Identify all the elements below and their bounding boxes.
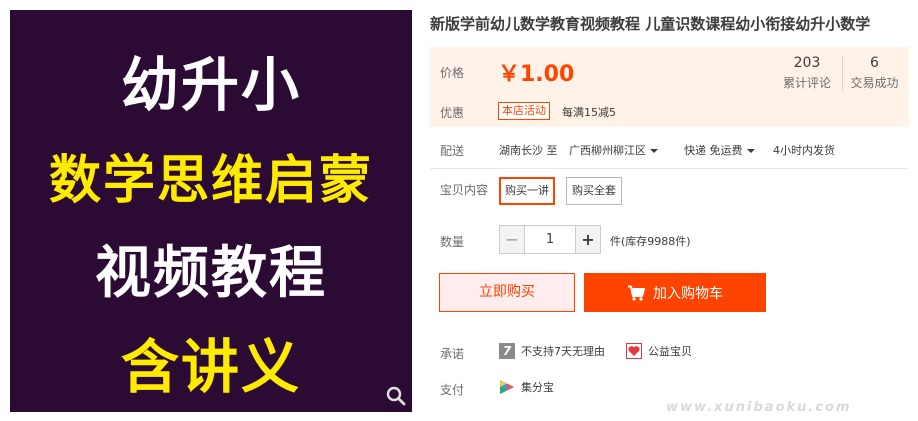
promise-row: 承诺 7 不支持7天无理由 公益宝贝 (430, 342, 909, 362)
payment-method-text: 集分宝 (521, 381, 554, 394)
deals-label: 交易成功 (850, 76, 899, 90)
deals-count: 6 (870, 55, 879, 71)
sku-row: 宝贝内容 购买一讲 购买全套 (430, 176, 909, 206)
reviews-count: 203 (793, 55, 821, 71)
watermark: www.xunibaoku.com (666, 400, 852, 415)
no-7day-return-item[interactable]: 7 不支持7天无理由 (499, 343, 605, 359)
no-return-text: 不支持7天无理由 (521, 345, 605, 358)
ship-from: 湖南长沙 至 (499, 144, 558, 157)
charity-text: 公益宝贝 (648, 345, 692, 358)
add-to-cart-button[interactable]: 加入购物车 (584, 273, 766, 312)
reviews-stat[interactable]: 203 累计评论 (774, 55, 840, 91)
ship-method-select[interactable]: 快递 免运费 (684, 142, 755, 158)
image-text-line4: 含讲义 (120, 333, 301, 401)
sku-label: 宝贝内容 (440, 183, 489, 197)
price-panel: 价格 ￥1.00 203 累计评论 6 交易成功 优惠 本店活动 每满15减5 (430, 47, 909, 127)
sku-option-full-set[interactable]: 购买全套 (566, 177, 622, 205)
buy-now-button[interactable]: 立即购买 (439, 273, 575, 312)
promise-label: 承诺 (440, 347, 465, 361)
add-to-cart-label: 加入购物车 (653, 285, 723, 302)
payment-row: 支付 集分宝 (430, 378, 909, 398)
ship-method: 快递 免运费 (684, 144, 743, 157)
ship-time: 4小时内发货 (773, 144, 835, 157)
quantity-label: 数量 (440, 235, 465, 249)
image-text-line2: 数学思维启蒙 (48, 151, 373, 211)
sku-option-single[interactable]: 购买一讲 (499, 177, 555, 205)
jifenbao-icon (499, 379, 515, 395)
chevron-down-icon (746, 149, 755, 153)
product-title: 新版学前幼儿数学教育视频教程 儿童识数课程幼小衔接幼升小数学 (430, 15, 871, 33)
image-text-line1: 幼升小 (120, 51, 301, 119)
chevron-down-icon (650, 149, 658, 153)
payment-method-item[interactable]: 集分宝 (499, 379, 554, 395)
no-return-icon: 7 (499, 343, 515, 359)
product-image[interactable]: 幼升小 数学思维启蒙 视频教程 含讲义 (10, 10, 412, 412)
ship-destination: 广西柳州柳江区 (569, 144, 646, 157)
cart-icon (628, 285, 645, 301)
deals-stat: 6 交易成功 (842, 55, 906, 91)
price-label: 价格 (440, 66, 465, 80)
price-row: 价格 ￥1.00 203 累计评论 6 交易成功 (430, 47, 909, 95)
shipping-row: 配送 湖南长沙 至 广西柳州柳江区 快递 免运费 4小时内发货 (430, 137, 909, 163)
image-text-line3: 视频教程 (95, 241, 327, 306)
quantity-input[interactable] (524, 226, 576, 253)
charity-item[interactable]: 公益宝贝 (626, 343, 692, 359)
quantity-row: 数量 − + 件(库存9988件) (430, 225, 909, 255)
payment-label: 支付 (440, 383, 465, 397)
charity-heart-icon (626, 343, 642, 359)
search-icon[interactable] (384, 384, 408, 408)
divider (430, 168, 909, 169)
ship-destination-select[interactable]: 广西柳州柳江区 (569, 142, 658, 158)
shipping-label: 配送 (440, 144, 465, 158)
quantity-decrease-button[interactable]: − (500, 226, 524, 253)
quantity-stepper: − + (499, 225, 601, 254)
promo-tag[interactable]: 本店活动 (498, 102, 550, 120)
price-value: ￥1.00 (498, 62, 575, 87)
promo-text: 每满15减5 (562, 106, 616, 119)
promo-label: 优惠 (440, 106, 465, 120)
quantity-increase-button[interactable]: + (576, 226, 600, 253)
reviews-label: 累计评论 (782, 76, 831, 90)
promo-row: 优惠 本店活动 每满15减5 (430, 95, 909, 127)
stock-text: 件(库存9988件) (610, 235, 691, 248)
